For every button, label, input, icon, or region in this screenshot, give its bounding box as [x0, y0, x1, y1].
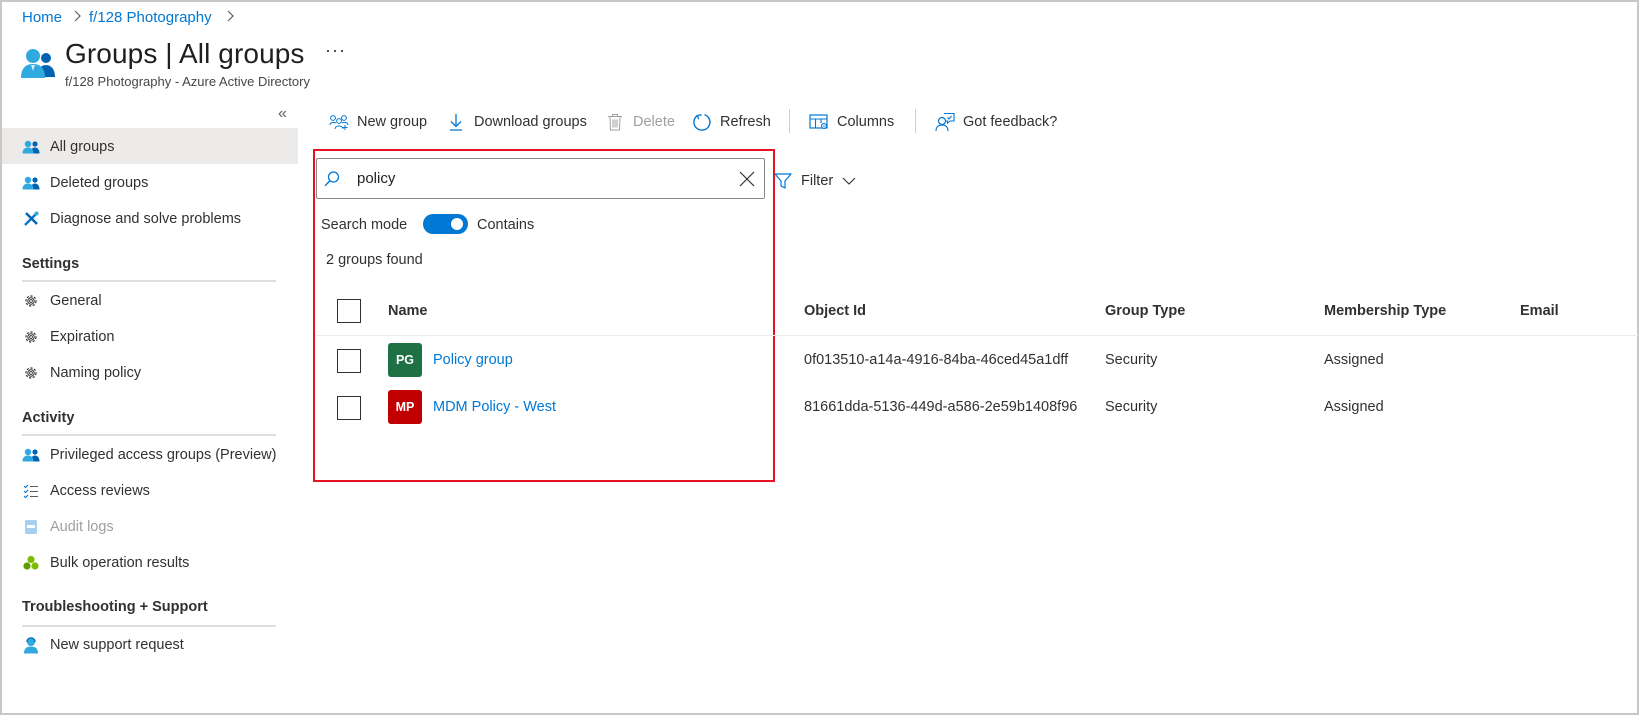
download-icon	[446, 112, 466, 132]
columns-label: Columns	[837, 114, 895, 130]
new-group-label: New group	[357, 114, 428, 130]
group-type-cell: Security	[1105, 352, 1158, 368]
collapse-sidebar-button[interactable]: «	[278, 105, 287, 123]
sidebar-item-expiration[interactable]: Expiration	[22, 327, 114, 347]
download-groups-button[interactable]: Download groups	[446, 111, 587, 133]
object-id-cell: 0f013510-a14a-4916-84ba-46ced45a1dff	[804, 352, 1069, 368]
select-all-checkbox[interactable]	[337, 299, 361, 323]
gear-icon	[22, 292, 40, 310]
sidebar-item-access-reviews[interactable]: Access reviews	[22, 481, 150, 501]
section-divider	[22, 625, 276, 627]
row-checkbox[interactable]	[337, 396, 361, 420]
more-options-button[interactable]: ···	[325, 40, 346, 61]
column-header-name[interactable]: Name	[388, 303, 428, 319]
search-input-value[interactable]: policy	[357, 170, 395, 187]
page-subtitle: f/128 Photography - Azure Active Directo…	[65, 74, 310, 89]
sidebar-item-label: Naming policy	[50, 365, 142, 381]
wrench-icon	[22, 210, 40, 228]
refresh-label: Refresh	[720, 114, 771, 130]
toolbar-divider	[915, 109, 916, 133]
feedback-button[interactable]: Got feedback?	[935, 111, 1057, 133]
feedback-label: Got feedback?	[963, 114, 1058, 130]
trash-icon	[605, 112, 625, 132]
sidebar-section-troubleshooting: Troubleshooting + Support	[22, 599, 208, 615]
results-count: 2 groups found	[326, 252, 423, 268]
sidebar-item-label: Bulk operation results	[50, 555, 190, 571]
delete-button[interactable]: Delete	[605, 111, 675, 133]
breadcrumb-separator-icon	[225, 9, 235, 26]
search-mode-label: Search mode	[321, 217, 408, 233]
sidebar-item-naming-policy[interactable]: Naming policy	[22, 363, 141, 383]
sidebar-item-bulk-operation-results[interactable]: Bulk operation results	[22, 553, 189, 573]
sidebar-item-new-support-request[interactable]: New support request	[22, 635, 184, 655]
search-mode-value: Contains	[477, 217, 535, 233]
sidebar-item-label: New support request	[50, 637, 184, 653]
group-avatar: MP	[388, 390, 422, 424]
gear-icon	[22, 328, 40, 346]
refresh-icon	[692, 112, 712, 132]
column-header-object-id[interactable]: Object Id	[804, 303, 866, 319]
chevron-down-icon	[842, 176, 856, 186]
object-id-cell: 81661dda-5136-449d-a586-2e59b1408f96	[804, 399, 1078, 415]
sidebar-item-label: Expiration	[50, 329, 115, 345]
sidebar-item-diagnose[interactable]: Diagnose and solve problems	[22, 209, 241, 229]
group-name-link[interactable]: Policy group	[433, 352, 513, 368]
sidebar-item-privileged-access-groups[interactable]: Privileged access groups (Preview)	[22, 445, 276, 465]
groups-icon	[22, 446, 40, 464]
groups-icon	[22, 138, 40, 156]
new-group-icon	[329, 112, 349, 132]
page-title: Groups | All groups	[65, 38, 305, 69]
groups-icon	[22, 174, 40, 192]
feedback-icon	[935, 112, 955, 132]
section-divider	[22, 280, 276, 282]
sidebar-item-audit-logs[interactable]: Audit logs	[22, 517, 114, 537]
columns-icon	[809, 112, 829, 132]
gear-icon	[22, 364, 40, 382]
support-agent-icon	[22, 636, 40, 654]
sidebar-item-general[interactable]: General	[22, 291, 102, 311]
sidebar-item-all-groups[interactable]: All groups	[22, 137, 114, 157]
filter-button[interactable]: Filter	[774, 172, 856, 190]
membership-type-cell: Assigned	[1324, 352, 1384, 368]
refresh-button[interactable]: Refresh	[692, 111, 771, 133]
group-avatar: PG	[388, 343, 422, 377]
clear-search-icon[interactable]	[738, 170, 756, 193]
columns-button[interactable]: Columns	[809, 111, 894, 133]
table-header-divider	[316, 335, 1638, 336]
sidebar-item-deleted-groups[interactable]: Deleted groups	[22, 173, 148, 193]
sidebar-item-label: Audit logs	[50, 519, 114, 535]
sidebar-item-label: Deleted groups	[50, 175, 149, 191]
filter-label: Filter	[801, 173, 834, 189]
sidebar-section-activity: Activity	[22, 410, 75, 426]
sidebar-item-label: Diagnose and solve problems	[50, 211, 242, 227]
checklist-icon	[22, 482, 40, 500]
membership-type-cell: Assigned	[1324, 399, 1384, 415]
sidebar-item-label: General	[50, 293, 102, 309]
row-checkbox[interactable]	[337, 349, 361, 373]
sidebar-item-label: Access reviews	[50, 483, 150, 499]
search-mode-toggle[interactable]	[423, 214, 468, 234]
breadcrumb-home[interactable]: Home	[22, 9, 62, 26]
log-book-icon	[22, 518, 40, 536]
breadcrumb-tenant[interactable]: f/128 Photography	[89, 9, 212, 26]
sidebar-item-label: Privileged access groups (Preview)	[50, 447, 277, 463]
column-header-membership-type[interactable]: Membership Type	[1324, 303, 1446, 319]
breadcrumb-separator-icon	[72, 9, 82, 26]
sidebar-item-label: All groups	[50, 139, 115, 155]
download-groups-label: Download groups	[474, 114, 587, 130]
cubes-icon	[22, 554, 40, 572]
column-header-group-type[interactable]: Group Type	[1105, 303, 1185, 319]
section-divider	[22, 434, 276, 436]
groups-logo-icon	[21, 47, 55, 84]
group-type-cell: Security	[1105, 399, 1158, 415]
delete-label: Delete	[633, 114, 675, 130]
filter-icon	[774, 172, 792, 190]
search-icon	[322, 169, 342, 194]
sidebar-section-settings: Settings	[22, 256, 80, 272]
column-header-email[interactable]: Email	[1520, 303, 1559, 319]
toolbar-divider	[789, 109, 790, 133]
group-name-link[interactable]: MDM Policy - West	[433, 399, 556, 415]
new-group-button[interactable]: New group	[329, 111, 427, 133]
